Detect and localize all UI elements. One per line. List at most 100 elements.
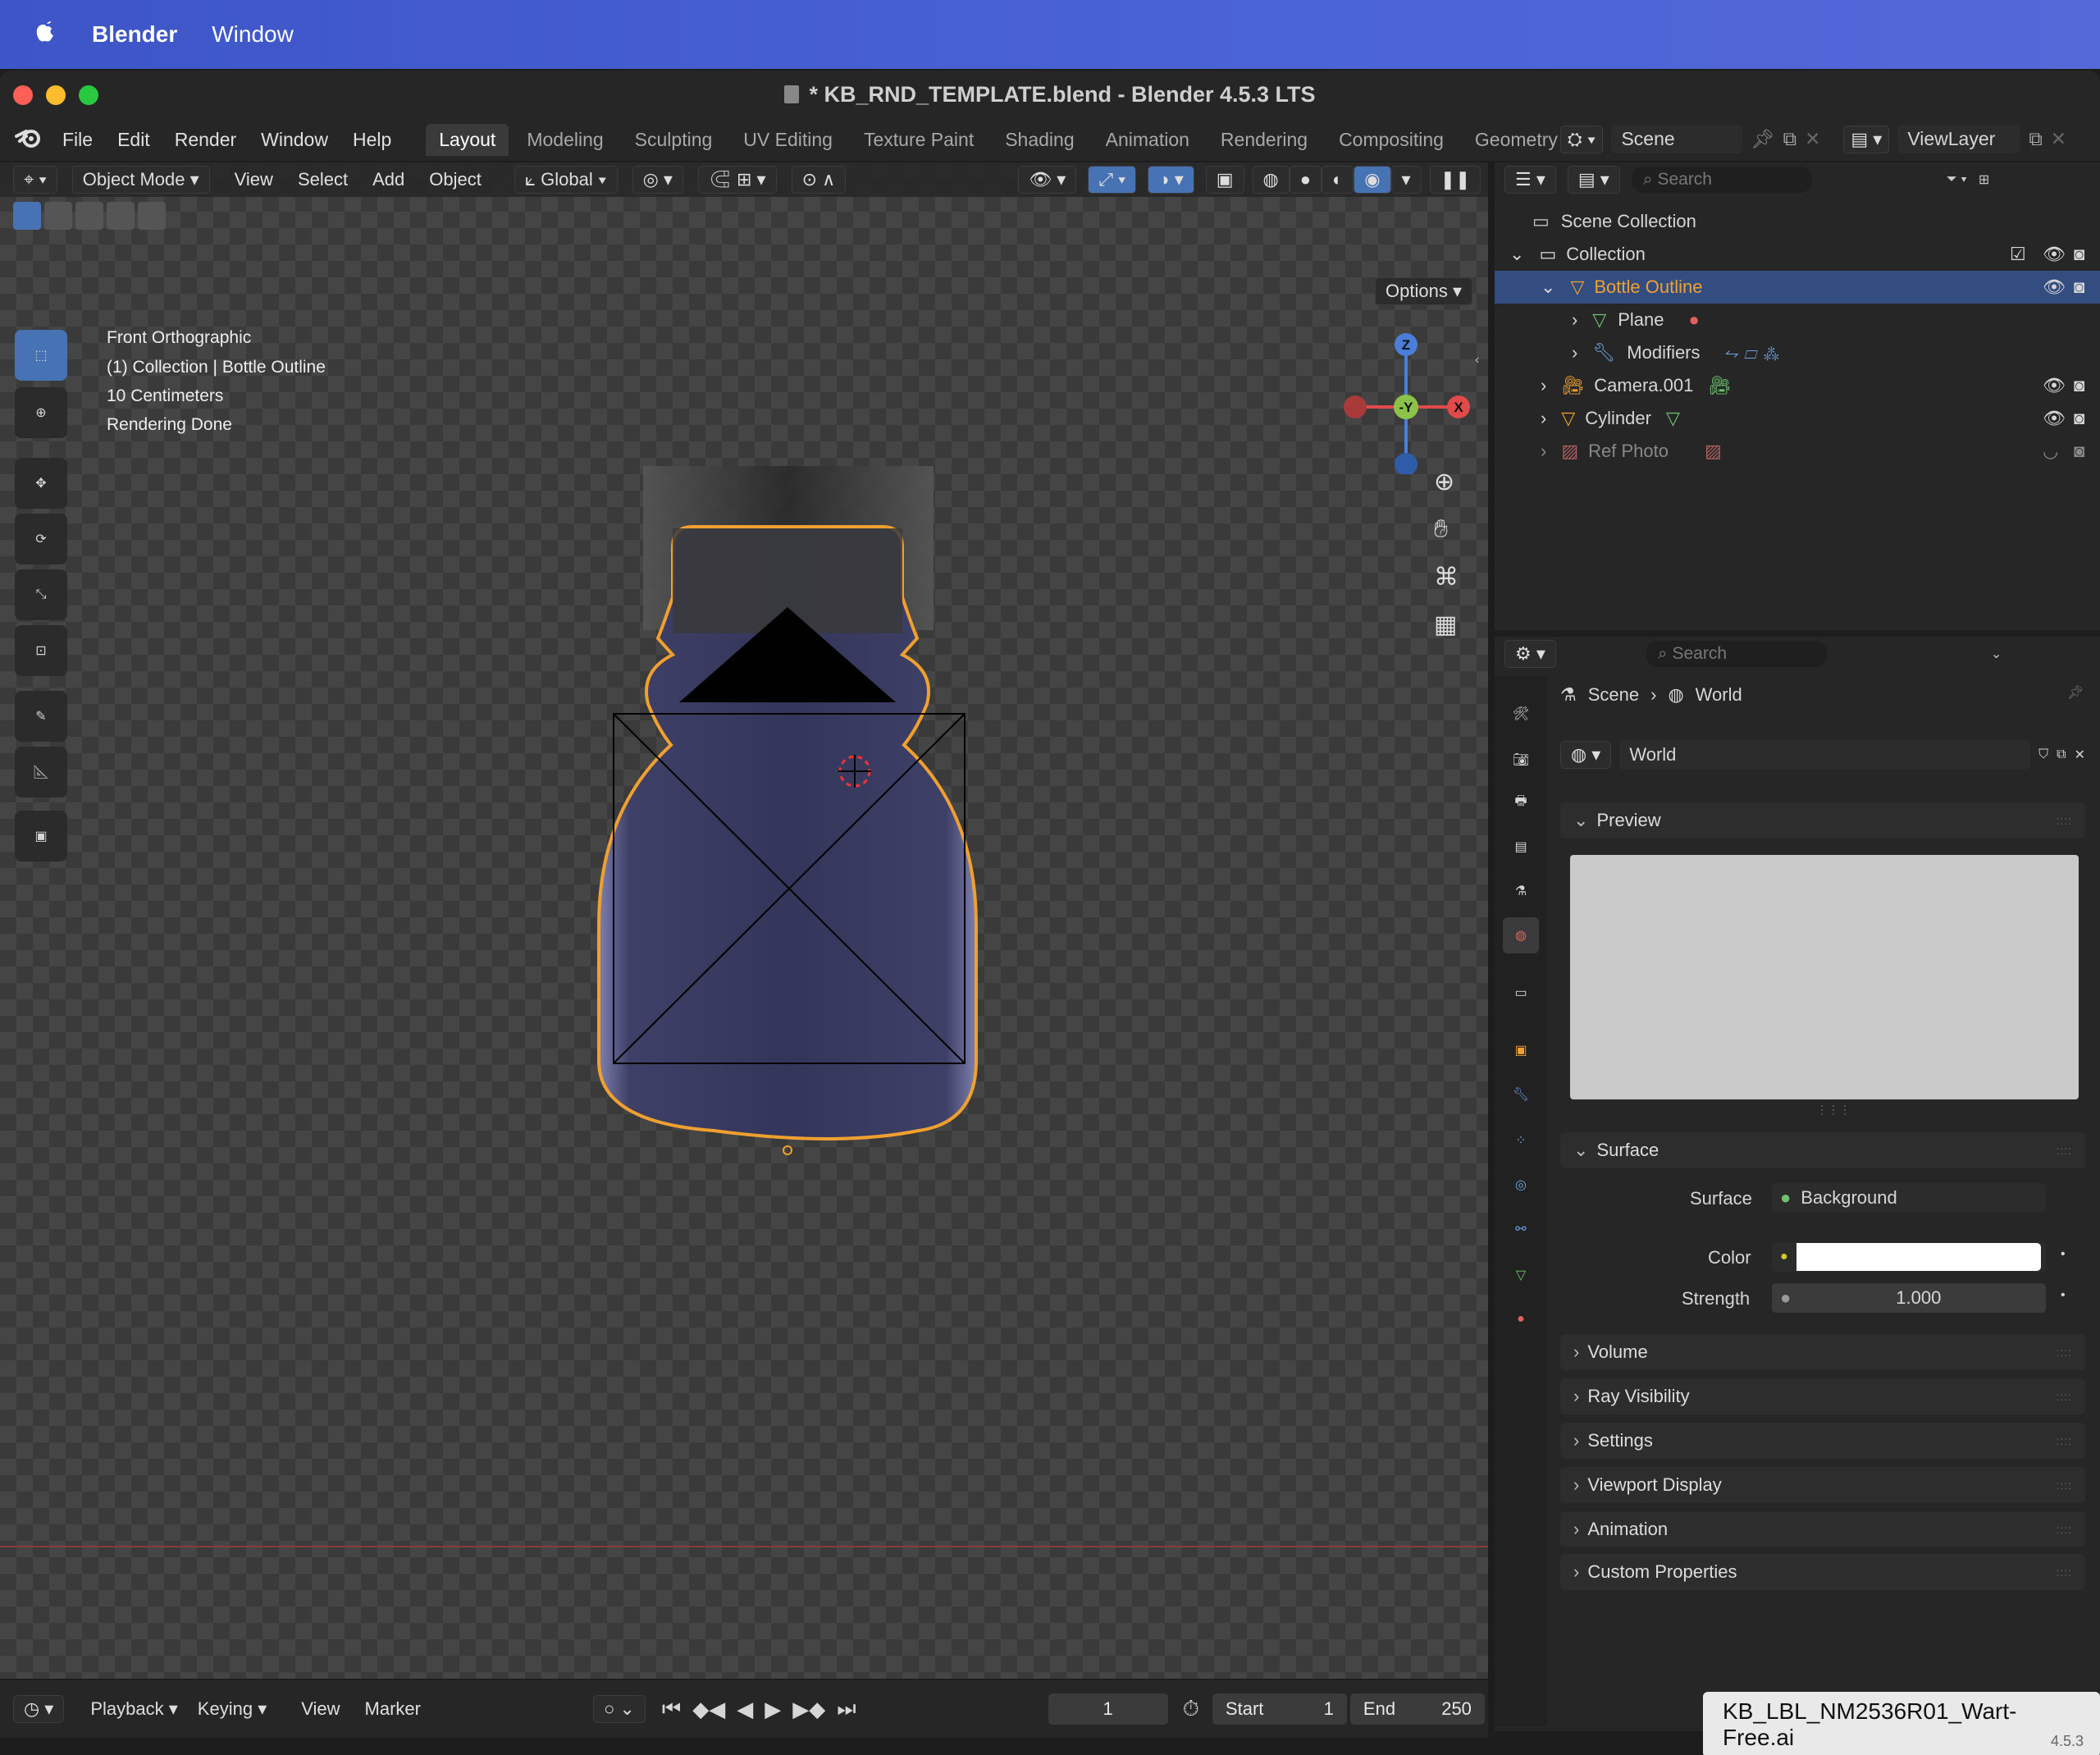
new-viewlayer-icon[interactable]: ⧉ [2029,128,2042,150]
stopwatch-icon[interactable]: ⏱ [1183,1696,1199,1722]
render-camera-icon[interactable]: ◙ [2074,375,2084,396]
color-swatch[interactable] [1796,1243,2041,1271]
start-frame-field[interactable]: Start 1 [1212,1693,1347,1725]
zoom-window-button[interactable] [79,85,98,105]
transform-orientation-dropdown[interactable]: ⟀ Global ▾ [514,166,618,194]
keyframe-dot-icon[interactable]: • [2061,1288,2066,1303]
expand-chevron-icon[interactable]: › [1572,309,1577,331]
material-tab-icon[interactable]: ● [1503,1301,1539,1337]
outliner-bottle-outline[interactable]: ⌄ ▽ Bottle Outline 👁︎ ◙ [1495,271,2100,304]
render-camera-icon[interactable]: ◙ [2074,408,2084,429]
render-camera-icon[interactable]: ◙ [2074,244,2084,265]
bottle-render[interactable] [591,466,984,1155]
tab-modeling[interactable]: Modeling [514,124,616,156]
world-browse-icon[interactable]: ◍ ▾ [1560,741,1612,769]
tool-tab-icon[interactable]: 🛠︎ [1503,696,1539,732]
properties-options-icon[interactable]: ⌄ [1991,646,2002,662]
view-menu[interactable]: View [235,169,273,190]
current-frame-field[interactable]: 1 [1048,1693,1168,1725]
blender-logo-icon[interactable] [15,126,43,153]
measure-tool-icon[interactable]: 📐︎ [15,747,67,798]
wireframe-shading-icon[interactable]: ◍ [1252,166,1290,194]
keyframe-dot-icon[interactable]: • [2061,1247,2066,1262]
scale-tool-icon[interactable]: ⤡ [15,569,67,620]
select-subtract-icon[interactable] [75,202,103,230]
close-window-button[interactable] [13,85,33,105]
world-name-field[interactable]: World [1619,740,2031,770]
pin-icon[interactable]: 📌︎ [2067,684,2084,701]
tab-rendering[interactable]: Rendering [1208,124,1321,156]
visibility-eye-icon[interactable]: 👁︎ [2043,375,2066,396]
menu-help[interactable]: Help [353,129,391,151]
expand-chevron-icon[interactable]: › [1541,408,1546,429]
surface-section-header[interactable]: ⌄ Surface:::: [1560,1132,2085,1168]
jump-start-icon[interactable]: ⏮ [662,1696,681,1722]
tab-uv-editing[interactable]: UV Editing [730,124,846,156]
select-menu[interactable]: Select [298,169,348,190]
new-scene-icon[interactable]: ⧉ [1783,128,1796,150]
render-camera-icon[interactable]: ◙ [2074,441,2084,462]
3d-viewport[interactable]: ⌖ ▾ Object Mode ▾ View Select Add Object… [0,162,1488,1679]
resize-grip-icon[interactable]: ⋮⋮⋮ [1816,1103,1851,1117]
material-shading-icon[interactable]: ◐ [1322,166,1354,194]
filter-icon[interactable]: ⏷ ▾ [1947,172,1967,187]
mac-window-menu[interactable]: Window [212,21,294,48]
outliner-modifiers[interactable]: › 🔧︎ Modifiers ⥊ ▱ ⁂ [1495,336,2020,369]
timeline-view-menu[interactable]: View [301,1698,340,1720]
hidden-eye-icon[interactable]: ◡ [2043,441,2058,462]
object-mode-dropdown[interactable]: Object Mode ▾ [71,166,210,194]
rendered-shading-icon[interactable]: ◉ [1354,166,1391,194]
scene-selector-icon[interactable]: ⛭ ▾ [1560,125,1604,153]
rotate-tool-icon[interactable]: ⟳ [15,514,67,564]
outliner-camera[interactable]: › 🎥︎ Camera.001 🎥︎ 👁︎ ◙ [1495,369,2084,402]
custom-properties-section-header[interactable]: › Custom Properties:::: [1560,1554,2085,1590]
select-new-icon[interactable] [13,202,41,230]
shading-options-icon[interactable]: ▾ [1390,166,1422,194]
surface-shader-field[interactable]: ● Background [1772,1183,2046,1213]
volume-section-header[interactable]: › Volume:::: [1560,1334,2085,1370]
overlay-toggle-icon[interactable]: ◑ ▾ [1148,166,1194,194]
pan-hand-icon[interactable]: ✋︎ [1434,515,1448,543]
snap-icon[interactable]: 🧲︎ ⊞ ▾ [697,166,777,194]
select-extend-icon[interactable] [44,202,72,230]
render-tab-icon[interactable]: 📷︎ [1503,742,1539,778]
world-selector[interactable]: ◍ ▾ World ⛉ ⧉ ✕ [1560,738,2085,771]
expand-chevron-icon[interactable]: › [1541,375,1546,396]
visibility-icon[interactable]: 👁︎ ▾ [1018,166,1077,194]
outliner-search-field[interactable]: ⌕ Search [1631,167,1812,193]
end-frame-field[interactable]: End 250 [1349,1693,1485,1725]
xray-icon[interactable]: ▣ [1205,166,1244,194]
add-menu[interactable]: Add [372,169,404,190]
proportional-editing-icon[interactable]: ⊙ ∧ [791,166,847,194]
modifier-tab-icon[interactable]: 🔧︎ [1503,1076,1539,1113]
outliner-collection[interactable]: ⌄ ▭ Collection ☑ 👁︎ ◙ [1495,238,2084,271]
expand-chevron-icon[interactable]: ⌄ [1509,244,1524,265]
outliner-scene-collection[interactable]: ▭ Scene Collection [1495,205,2020,238]
physics-tab-icon[interactable]: ◎ [1503,1167,1539,1203]
visibility-eye-icon[interactable]: 👁︎ [2043,244,2066,265]
jump-keyframe-forward-icon[interactable]: ▶◆ [792,1697,825,1722]
ortho-grid-icon[interactable]: ▦ [1434,610,1457,639]
transform-tool-icon[interactable]: ⊡ [15,625,67,676]
options-dropdown[interactable]: Options ▾ [1375,277,1472,305]
select-intersect-icon[interactable] [138,202,166,230]
zoom-icon[interactable]: ⊕ [1434,468,1454,496]
playback-dropdown[interactable]: Playback ▾ [80,1696,187,1722]
animation-section-header[interactable]: › Animation:::: [1560,1511,2085,1547]
color-field[interactable]: ● [1772,1242,2046,1272]
move-tool-icon[interactable]: ✥ [15,458,67,509]
new-collection-icon[interactable]: ⊞ [1979,171,1989,188]
pause-render-icon[interactable]: ❚❚ [1429,166,1481,194]
render-camera-icon[interactable]: ◙ [2074,277,2084,298]
fake-user-shield-icon[interactable]: ⛉ [2038,747,2048,762]
pivot-point-icon[interactable]: ◎ ▾ [632,166,683,194]
collection-tab-icon[interactable]: ▭ [1503,975,1539,1011]
scene-tab-icon[interactable]: ⚗︎ [1503,873,1539,909]
visibility-eye-icon[interactable]: 👁︎ [2043,277,2066,298]
jump-keyframe-back-icon[interactable]: ◆◀ [692,1697,725,1722]
collection-checkbox-icon[interactable]: ☑ [2010,244,2026,265]
pin-scene-icon[interactable]: 📌︎ [1751,128,1774,150]
expand-chevron-icon[interactable]: › [1572,342,1577,363]
scene-name-field[interactable]: Scene [1611,125,1743,153]
object-tab-icon[interactable]: ▣ [1503,1032,1539,1068]
